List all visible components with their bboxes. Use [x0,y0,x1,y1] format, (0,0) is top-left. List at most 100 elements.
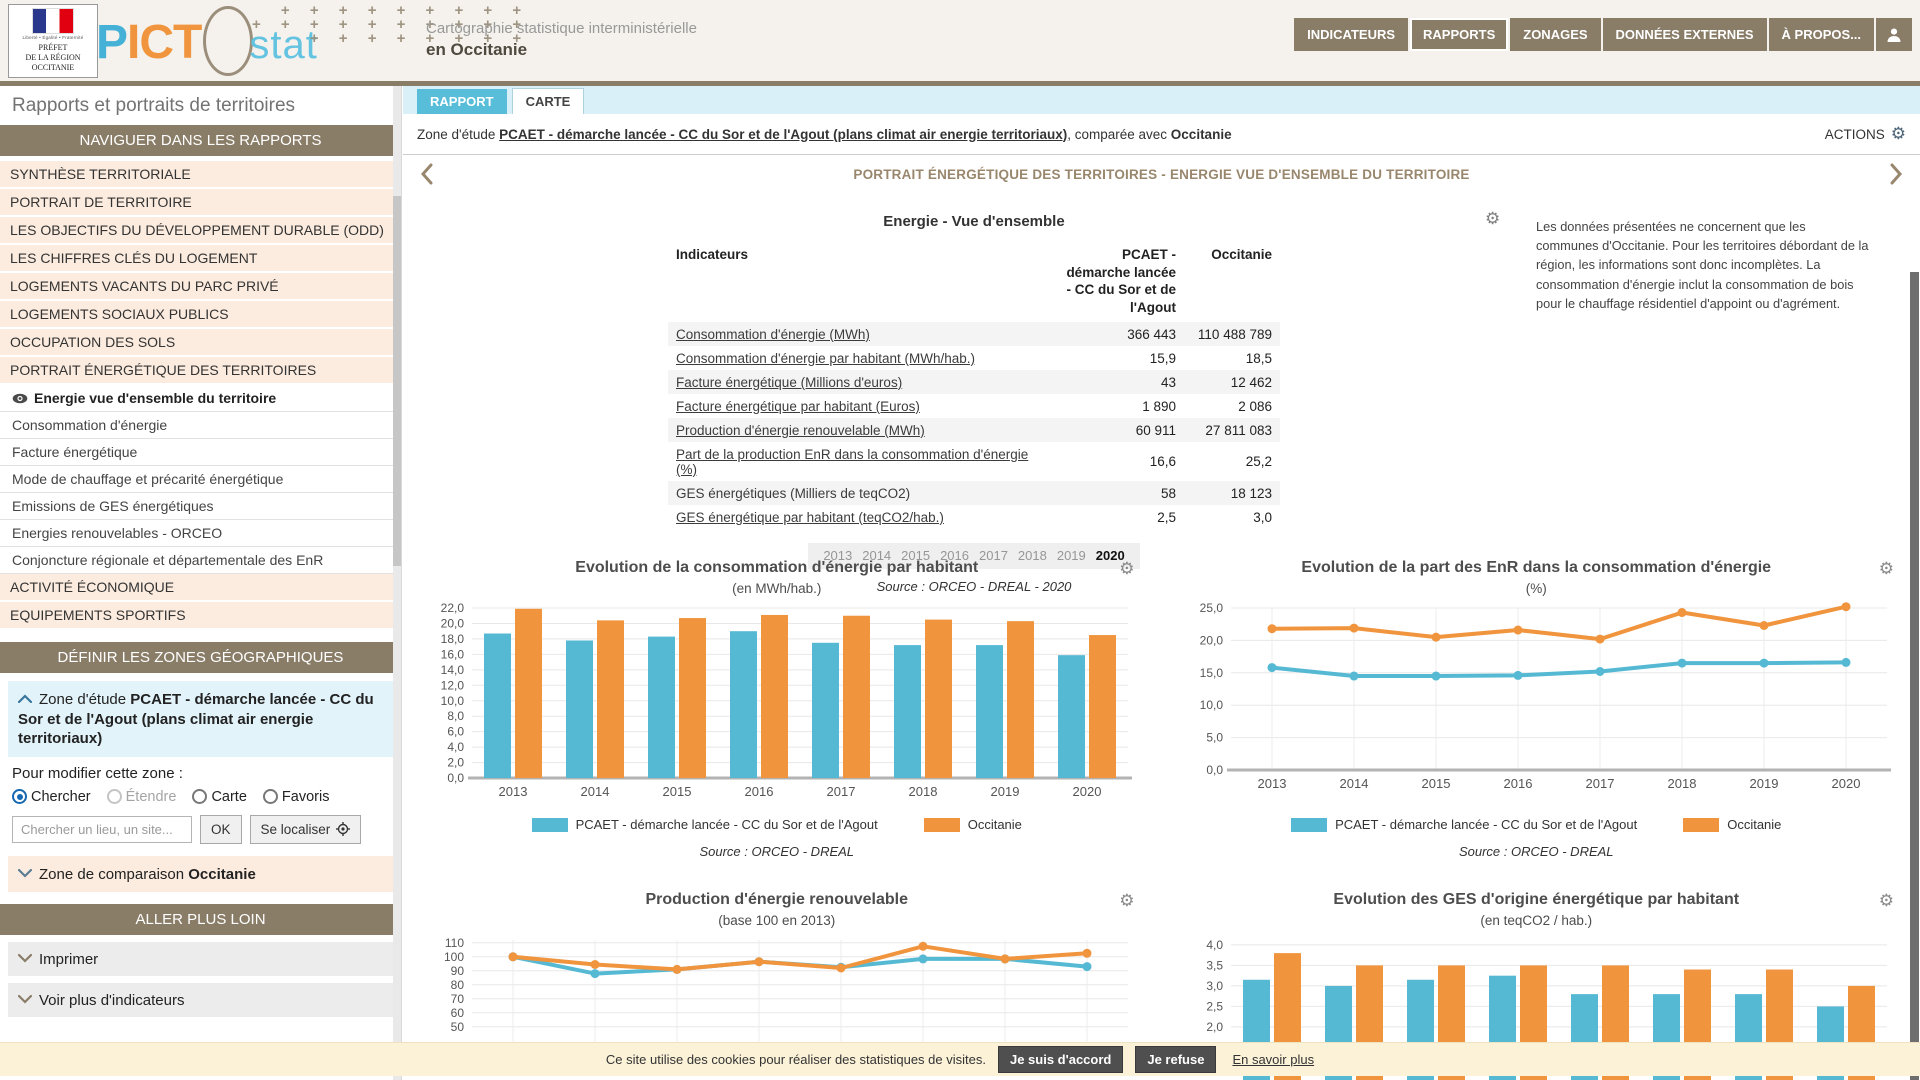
indicator-label[interactable]: Facture énergétique (Millions d'euros) [668,370,1052,394]
cookie-refuse-button[interactable]: Je refuse [1135,1046,1216,1073]
chevron-left-icon [421,163,433,185]
chart-source: Source : ORCEO - DREAL [409,844,1145,859]
zone-bar-link[interactable]: PCAET - démarche lancée - CC du Sor et d… [499,127,1067,142]
indicator-label[interactable]: Consommation d'énergie par habitant (MWh… [668,346,1052,370]
zone-comparaison-panel[interactable]: Zone de comparaison Occitanie [8,856,393,892]
chart-card-0: Evolution de la consommation d'énergie p… [409,559,1145,859]
view-tabstrip: RAPPORT CARTE [403,86,1920,114]
chart-title: Evolution des GES d'origine énergétique … [1169,891,1905,909]
sidebar-item[interactable]: Consommation d'énergie [0,412,401,439]
radio-carte[interactable]: Carte [192,789,246,805]
expander-more-indicators[interactable]: Voir plus d'indicateurs [8,983,393,1017]
sidebar-scrollbar[interactable] [393,86,401,1080]
sidebar-item[interactable]: Conjoncture régionale et départementale … [0,547,401,574]
svg-text:25,0: 25,0 [1200,602,1224,615]
chart-settings-gear-icon[interactable]: ⚙ [1879,891,1894,911]
chart-settings-gear-icon[interactable]: ⚙ [1119,891,1134,911]
indicator-label[interactable]: Consommation d'énergie (MWh) [668,322,1052,346]
region-value: 18,5 [1184,346,1280,370]
svg-text:110: 110 [445,936,464,950]
indicator-label[interactable]: Production d'énergie renouvelable (MWh) [668,418,1052,442]
chevron-down-icon [18,865,32,882]
chart-source: Source : ORCEO - DREAL [1169,844,1905,859]
nav-item--propos-[interactable]: À PROPOS... [1769,18,1874,51]
cookie-agree-button[interactable]: Je suis d'accord [998,1046,1123,1073]
nav-item-donn-es-externes[interactable]: DONNÉES EXTERNES [1603,18,1767,51]
svg-text:20,0: 20,0 [1200,633,1224,647]
chart-settings-gear-icon[interactable]: ⚙ [1119,559,1134,579]
legend-item: PCAET - démarche lancée - CC du Sor et d… [1291,817,1637,832]
next-report-arrow[interactable] [1872,163,1920,185]
expander-more-indicators-label: Voir plus d'indicateurs [39,992,184,1009]
target-icon [336,822,350,836]
sidebar-item[interactable]: ACTIVITÉ ÉCONOMIQUE [0,574,401,602]
table-row: Part de la production EnR dans la consom… [668,442,1280,481]
legend-swatch-icon [532,818,568,832]
chart-title: Evolution de la part des EnR dans la con… [1169,559,1905,577]
chart-settings-gear-icon[interactable]: ⚙ [1879,559,1894,579]
sidebar-item[interactable]: Emissions de GES énergétiques [0,493,401,520]
sidebar-item[interactable]: Mode de chauffage et précarité énergétiq… [0,466,401,493]
chart-card-1: Evolution de la part des EnR dans la con… [1169,559,1905,859]
sidebar: Rapports et portraits de territoires NAV… [0,86,402,1080]
nav-item-rapports[interactable]: RAPPORTS [1410,18,1508,51]
svg-text:20,0: 20,0 [440,616,464,630]
sidebar-item[interactable]: PORTRAIT ÉNERGÉTIQUE DES TERRITOIRES [0,357,401,385]
svg-text:2017: 2017 [1586,776,1615,791]
cookie-more-link[interactable]: En savoir plus [1232,1052,1314,1067]
actions-button[interactable]: ACTIONS ⚙ [1825,124,1906,144]
radio-chercher[interactable]: Chercher [12,789,91,805]
radio-favoris[interactable]: Favoris [263,789,330,805]
svg-text:2013: 2013 [498,784,527,799]
svg-text:2,5: 2,5 [1207,999,1224,1013]
indicator-label[interactable]: Part de la production EnR dans la consom… [668,442,1052,481]
tab-carte[interactable]: CARTE [512,88,585,114]
col-header-region: Occitanie [1184,244,1280,322]
svg-text:2015: 2015 [1422,776,1451,791]
sidebar-item[interactable]: OCCUPATION DES SOLS [0,329,401,357]
sidebar-item[interactable]: EQUIPEMENTS SPORTIFS [0,602,401,630]
user-menu-button[interactable] [1876,18,1912,51]
legend-item: PCAET - démarche lancée - CC du Sor et d… [532,817,878,832]
search-ok-button[interactable]: OK [200,815,242,844]
expander-imprimer[interactable]: Imprimer [8,942,393,976]
col-header-zone: PCAET - démarche lancée - CC du Sor et d… [1052,244,1184,322]
indicator-label[interactable]: GES énergétique par habitant (teqCO2/hab… [668,505,1052,529]
col-header-indicateurs: Indicateurs [668,244,1052,322]
tab-rapport[interactable]: RAPPORT [417,89,507,114]
svg-text:70: 70 [450,992,464,1006]
sidebar-item[interactable]: LES CHIFFRES CLÉS DU LOGEMENT [0,245,401,273]
table-row: Production d'énergie renouvelable (MWh)6… [668,418,1280,442]
zone-value: 15,9 [1052,346,1184,370]
locate-button[interactable]: Se localiser [250,815,362,844]
region-value: 25,2 [1184,442,1280,481]
svg-text:15,0: 15,0 [1200,666,1224,680]
svg-text:2014: 2014 [580,784,609,799]
sidebar-item[interactable]: LOGEMENTS SOCIAUX PUBLICS [0,301,401,329]
indicator-label[interactable]: Facture énergétique par habitant (Euros) [668,394,1052,418]
section-header-navigate-reports: NAVIGUER DANS LES RAPPORTS [0,125,401,156]
table-settings-gear-icon[interactable]: ⚙ [1485,209,1500,229]
radio-circle-icon [263,789,278,804]
sidebar-item[interactable]: Facture énergétique [0,439,401,466]
previous-report-arrow[interactable] [403,163,451,185]
gov-motto: Liberté • Égalité • Fraternité [9,35,97,40]
search-input[interactable] [12,816,192,843]
chevron-down-icon [18,950,32,967]
chart-canvas: 22,020,018,016,014,012,010,08,06,04,02,0… [412,602,1142,808]
charts-grid: Evolution de la consommation d'énergie p… [409,559,1904,1080]
sidebar-item[interactable]: Energie vue d'ensemble du territoire [0,385,401,412]
table-row: Facture énergétique (Millions d'euros)43… [668,370,1280,394]
sidebar-item[interactable]: LES OBJECTIFS DU DÉVELOPPEMENT DURABLE (… [0,217,401,245]
sidebar-item[interactable]: PORTRAIT DE TERRITOIRE [0,189,401,217]
sidebar-item[interactable]: SYNTHÈSE TERRITORIALE [0,161,401,189]
zone-etude-panel[interactable]: Zone d'étude PCAET - démarche lancée - C… [8,681,393,757]
nav-item-zonages[interactable]: ZONAGES [1510,18,1600,51]
report-title: PORTRAIT ÉNERGÉTIQUE DES TERRITOIRES - E… [451,167,1872,182]
zone-bar-prefix: Zone d'étude [417,127,499,142]
sidebar-item[interactable]: LOGEMENTS VACANTS DU PARC PRIVÉ [0,273,401,301]
nav-item-indicateurs[interactable]: INDICATEURS [1294,18,1408,51]
main-scrollbar[interactable] [1910,194,1919,1076]
sidebar-item[interactable]: Energies renouvelables - ORCEO [0,520,401,547]
chevron-up-icon [18,689,32,709]
